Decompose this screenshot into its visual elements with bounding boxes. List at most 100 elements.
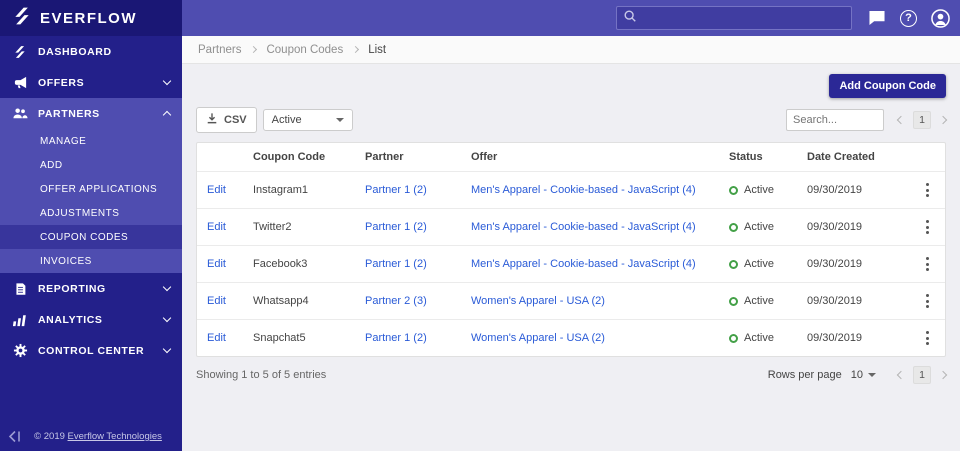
coupon-codes-table: Coupon Code Partner Offer Status Date Cr… <box>196 142 946 357</box>
offer-link[interactable]: Men's Apparel - Cookie-based - JavaScrip… <box>471 221 696 233</box>
edit-link[interactable]: Edit <box>207 184 226 196</box>
rows-per-page-label: Rows per page <box>767 369 842 381</box>
sidebar-item-label: CONTROL CENTER <box>38 344 145 357</box>
chevron-down-icon <box>162 76 172 86</box>
coupon-code-cell: Whatsapp4 <box>253 295 309 307</box>
table-header-row: Coupon Code Partner Offer Status Date Cr… <box>197 143 945 172</box>
status-active-icon <box>729 333 738 343</box>
help-glyph: ? <box>900 9 917 27</box>
add-coupon-code-button[interactable]: Add Coupon Code <box>829 74 946 98</box>
partner-link[interactable]: Partner 1 (2) <box>365 184 427 196</box>
edit-link[interactable]: Edit <box>207 332 226 344</box>
csv-export-button[interactable]: CSV <box>196 107 257 133</box>
sidebar-item-dashboard[interactable]: DASHBOARD <box>0 36 182 67</box>
sidebar-item-reporting[interactable]: REPORTING <box>0 273 182 304</box>
account-icon[interactable] <box>931 8 950 28</box>
sidebar-item-offer-applications[interactable]: OFFER APPLICATIONS <box>0 177 182 201</box>
status-badge: Active <box>729 221 787 233</box>
sidebar-item-manage[interactable]: MANAGE <box>0 129 182 153</box>
sidebar-item-analytics[interactable]: ANALYTICS <box>0 304 182 335</box>
table-row: Edit Snapchat5 Partner 1 (2) Women's App… <box>197 320 945 356</box>
table-search-input[interactable] <box>786 109 884 131</box>
sidebar-item-invoices[interactable]: INVOICES <box>0 249 182 273</box>
sidebar-footer: © 2019 Everflow Technologies <box>0 422 182 451</box>
partner-link[interactable]: Partner 1 (2) <box>365 258 427 270</box>
caret-down-icon <box>868 373 876 377</box>
chevron-down-icon <box>162 344 172 354</box>
brand-logo[interactable]: EVERFLOW <box>0 0 182 36</box>
next-page-icon[interactable] <box>938 115 948 125</box>
page-content: Add Coupon Code CSV Active 1 <box>182 64 960 394</box>
status-badge: Active <box>729 332 787 344</box>
edit-link[interactable]: Edit <box>207 295 226 307</box>
offer-link[interactable]: Women's Apparel - USA (2) <box>471 295 605 307</box>
rows-per-page-select[interactable]: Rows per page 10 <box>768 369 876 381</box>
partners-submenu: MANAGE ADD OFFER APPLICATIONS ADJUSTMENT… <box>0 129 182 273</box>
sidebar-item-offers[interactable]: OFFERS <box>0 67 182 98</box>
sidebar-nav: DASHBOARD OFFERS PARTNERS MANAGE ADD OFF… <box>0 36 182 366</box>
edit-link[interactable]: Edit <box>207 221 226 233</box>
offer-link[interactable]: Men's Apparel - Cookie-based - JavaScrip… <box>471 184 696 196</box>
edit-link[interactable]: Edit <box>207 258 226 270</box>
page-number[interactable]: 1 <box>913 111 931 129</box>
breadcrumb-list: List <box>368 43 387 56</box>
header-date-created: Date Created <box>807 151 875 163</box>
brand-name: EVERFLOW <box>40 9 137 27</box>
main-content: Partners Coupon Codes List Add Coupon Co… <box>182 36 960 451</box>
page-number[interactable]: 1 <box>913 366 931 384</box>
global-search-input[interactable] <box>643 12 845 24</box>
date-created-cell: 09/30/2019 <box>807 295 863 307</box>
header-coupon-code: Coupon Code <box>253 151 326 163</box>
copyright-link[interactable]: Everflow Technologies <box>68 431 162 442</box>
status-label: Active <box>744 295 774 307</box>
offer-link[interactable]: Women's Apparel - USA (2) <box>471 332 605 344</box>
header-status: Status <box>729 151 763 163</box>
sidebar-item-adjustments[interactable]: ADJUSTMENTS <box>0 201 182 225</box>
sidebar-group-partners: PARTNERS MANAGE ADD OFFER APPLICATIONS A… <box>0 98 182 273</box>
submenu-label: OFFER APPLICATIONS <box>40 183 158 195</box>
row-actions-menu-icon[interactable] <box>923 254 932 274</box>
header-offer: Offer <box>471 151 498 163</box>
copyright-prefix: © 2019 <box>34 431 68 442</box>
collapse-sidebar-icon[interactable] <box>8 430 22 443</box>
csv-label: CSV <box>224 114 247 126</box>
offer-link[interactable]: Men's Apparel - Cookie-based - JavaScrip… <box>471 258 696 270</box>
row-actions-menu-icon[interactable] <box>923 217 932 237</box>
bottom-pagination: 1 <box>896 366 948 384</box>
breadcrumb-coupon-codes[interactable]: Coupon Codes <box>266 44 343 56</box>
download-icon <box>206 112 218 128</box>
status-filter-dropdown[interactable]: Active <box>262 109 353 131</box>
chat-icon[interactable] <box>868 10 886 26</box>
row-actions-menu-icon[interactable] <box>923 328 932 348</box>
prev-page-icon[interactable] <box>896 115 906 125</box>
chevron-down-icon <box>162 282 172 292</box>
partner-link[interactable]: Partner 1 (2) <box>365 221 427 233</box>
sidebar-item-control-center[interactable]: CONTROL CENTER <box>0 335 182 366</box>
coupon-code-cell: Instagram1 <box>253 184 309 196</box>
sidebar: DASHBOARD OFFERS PARTNERS MANAGE ADD OFF… <box>0 36 182 451</box>
status-active-icon <box>729 222 738 232</box>
status-active-icon <box>729 259 738 269</box>
header-bar: ? <box>182 0 960 36</box>
row-actions-menu-icon[interactable] <box>923 180 932 200</box>
next-page-icon[interactable] <box>938 370 948 380</box>
partner-link[interactable]: Partner 1 (2) <box>365 332 427 344</box>
chevron-right-icon <box>352 45 360 54</box>
prev-page-icon[interactable] <box>896 370 906 380</box>
coupon-code-cell: Facebook3 <box>253 258 308 270</box>
table-row: Edit Whatsapp4 Partner 2 (3) Women's App… <box>197 283 945 320</box>
table-row: Edit Twitter2 Partner 1 (2) Men's Appare… <box>197 209 945 246</box>
partner-link[interactable]: Partner 2 (3) <box>365 295 427 307</box>
submenu-label: ADD <box>40 159 63 171</box>
breadcrumb: Partners Coupon Codes List <box>182 36 960 64</box>
help-icon[interactable]: ? <box>900 9 917 27</box>
top-pagination: 1 <box>896 111 948 129</box>
sidebar-item-partners[interactable]: PARTNERS <box>0 98 182 129</box>
breadcrumb-partners[interactable]: Partners <box>198 44 241 56</box>
sidebar-item-coupon-codes[interactable]: COUPON CODES <box>0 225 182 249</box>
global-search[interactable] <box>616 6 852 30</box>
status-badge: Active <box>729 258 787 270</box>
row-actions-menu-icon[interactable] <box>923 291 932 311</box>
dashboard-icon <box>12 45 28 59</box>
sidebar-item-add[interactable]: ADD <box>0 153 182 177</box>
